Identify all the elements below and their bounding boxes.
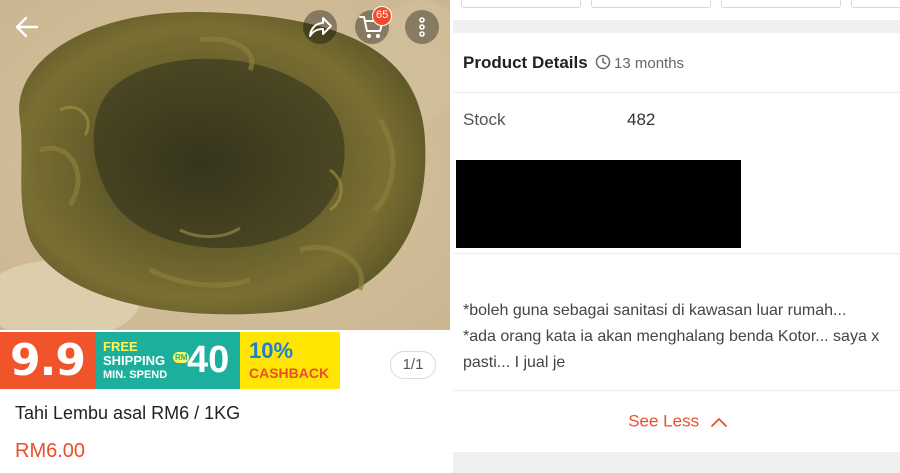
chevron-up-icon — [710, 417, 727, 427]
promo-banner[interactable]: 9.9 FREE SHIPPING MIN. SPEND RM 40 10% C… — [0, 332, 340, 389]
section-title: Product Details — [463, 53, 588, 72]
product-price: RM6.00 — [15, 440, 86, 462]
variation-chip[interactable] — [591, 0, 711, 8]
back-arrow-icon — [15, 16, 39, 38]
variation-chip[interactable] — [851, 0, 900, 8]
see-less-row: See Less — [453, 390, 900, 450]
variation-chip[interactable] — [461, 0, 581, 8]
variation-chip[interactable] — [721, 0, 841, 8]
see-less-button[interactable]: See Less — [453, 411, 900, 432]
stock-value: 482 — [627, 110, 656, 129]
product-description: *boleh guna sebagai sanitasi di kawasan … — [463, 298, 898, 376]
cashback-percent: 10% — [249, 338, 294, 363]
section-divider — [453, 20, 900, 33]
back-button[interactable] — [10, 10, 44, 44]
product-panel: 65 9.9 FREE SHIPPING MIN. SPEND RM 40 10… — [0, 0, 450, 473]
free-shipping-line2: SHIPPING — [103, 353, 166, 368]
free-shipping-line1: FREE — [103, 339, 138, 354]
stock-label: Stock — [463, 110, 506, 129]
redaction-box — [456, 160, 741, 248]
share-button[interactable] — [303, 10, 337, 44]
min-spend-amount: 40 — [187, 339, 230, 381]
details-panel: Product Details 13 months Stock 482 *bol… — [450, 0, 900, 473]
cashback-badge: 10% CASHBACK — [240, 332, 340, 389]
free-shipping-badge: FREE SHIPPING MIN. SPEND RM 40 — [95, 332, 240, 389]
share-icon — [309, 17, 332, 37]
section-divider — [453, 452, 900, 473]
listed-ago: 13 months — [614, 55, 685, 72]
product-details-header: Product Details 13 months — [453, 33, 900, 93]
image-counter: 1/1 — [390, 351, 436, 379]
sale-badge: 9.9 — [0, 332, 95, 389]
description-line: *boleh guna sebagai sanitasi di kawasan … — [463, 302, 847, 319]
product-image[interactable] — [0, 0, 450, 330]
clock-icon — [595, 54, 611, 70]
variation-chips-edge — [453, 0, 900, 10]
min-spend-label: MIN. SPEND — [103, 369, 168, 381]
stock-row: Stock 482 — [453, 93, 900, 148]
see-less-label: See Less — [628, 411, 700, 431]
description-line: *ada orang kata ia akan menghalang benda… — [463, 328, 880, 371]
more-vertical-icon — [419, 17, 425, 37]
divider — [453, 253, 900, 254]
product-title: Tahi Lembu asal RM6 / 1KG — [15, 403, 241, 423]
cashback-label: CASHBACK — [249, 365, 330, 381]
more-options-button[interactable] — [405, 10, 439, 44]
